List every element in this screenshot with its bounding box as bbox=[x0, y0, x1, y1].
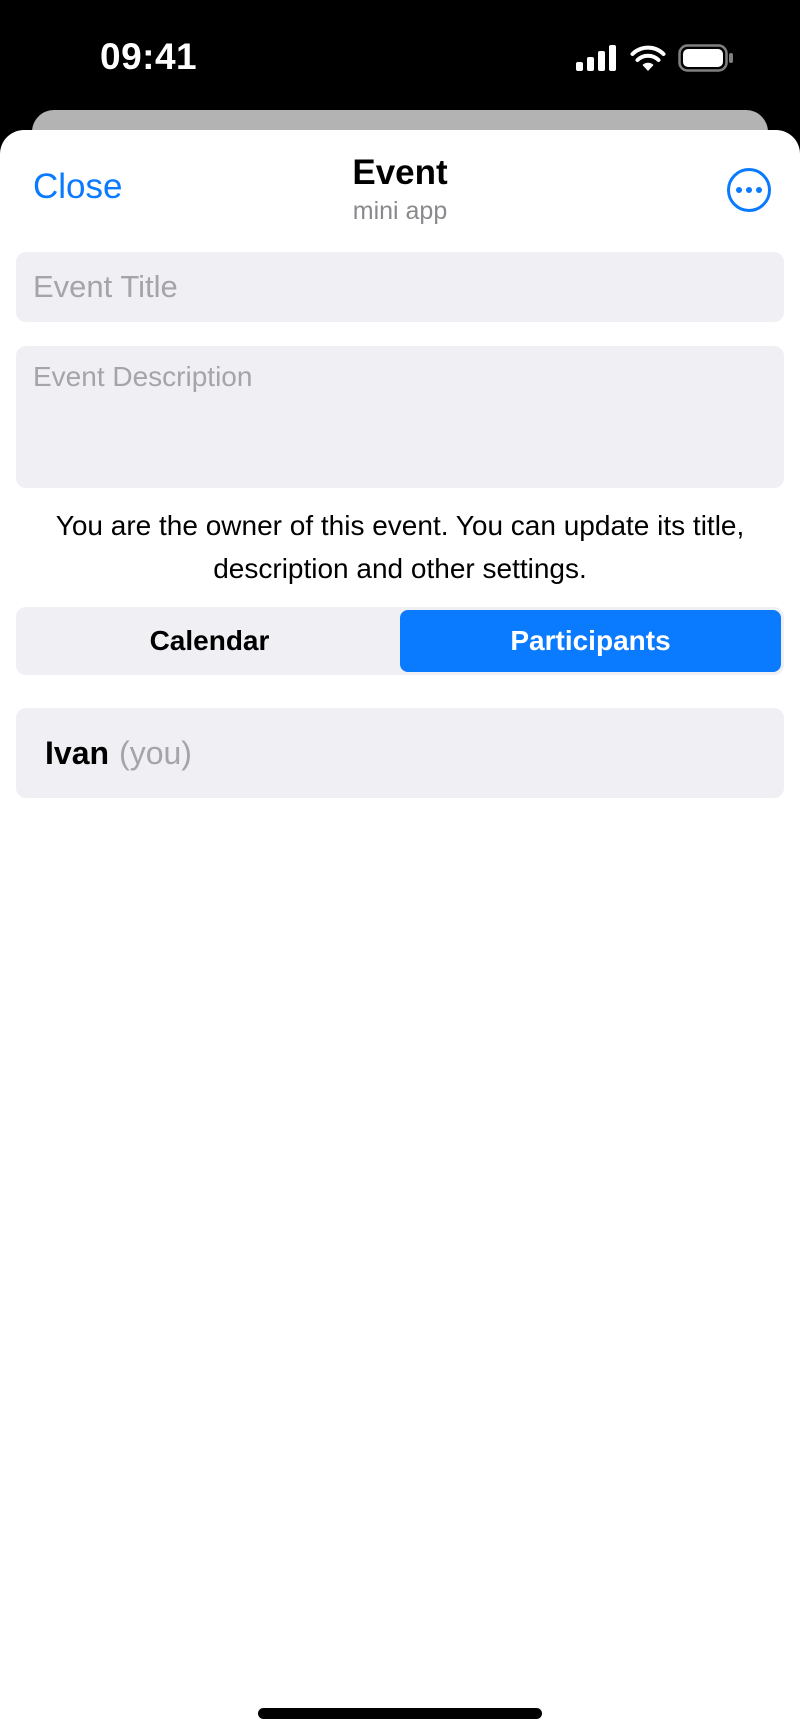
page-title: Event bbox=[352, 153, 448, 192]
nav-title-group: Event mini app bbox=[0, 152, 800, 226]
event-title-input[interactable] bbox=[16, 252, 784, 322]
status-icons bbox=[576, 44, 734, 72]
screen: 09:41 Close Event mini app Event Title E… bbox=[0, 0, 800, 1734]
participant-name: Ivan bbox=[45, 734, 110, 771]
owner-note: You are the owner of this event. You can… bbox=[55, 510, 745, 584]
event-sheet: Close Event mini app You are the owner o… bbox=[0, 130, 800, 1734]
navigation-bar: Close Event mini app bbox=[0, 130, 800, 250]
tab-participants[interactable]: Participants bbox=[400, 610, 781, 672]
event-description-input[interactable] bbox=[16, 346, 784, 488]
home-indicator bbox=[258, 1708, 542, 1719]
more-dot bbox=[746, 187, 752, 193]
tab-calendar[interactable]: Calendar bbox=[19, 610, 400, 672]
participant-you-tag: (you) bbox=[119, 734, 192, 771]
status-bar: 09:41 bbox=[0, 0, 800, 110]
page-subtitle: mini app bbox=[352, 197, 448, 225]
ellipsis-circle-icon[interactable] bbox=[727, 168, 771, 212]
status-time: 09:41 bbox=[100, 36, 198, 77]
participant-row[interactable]: Ivan (you) bbox=[16, 708, 784, 798]
cellular-signal-icon bbox=[576, 45, 618, 71]
more-dot bbox=[756, 187, 762, 193]
wifi-icon bbox=[630, 44, 666, 72]
more-dot bbox=[736, 187, 742, 193]
battery-icon bbox=[678, 44, 734, 72]
segmented-control: Calendar Participants bbox=[16, 607, 784, 675]
